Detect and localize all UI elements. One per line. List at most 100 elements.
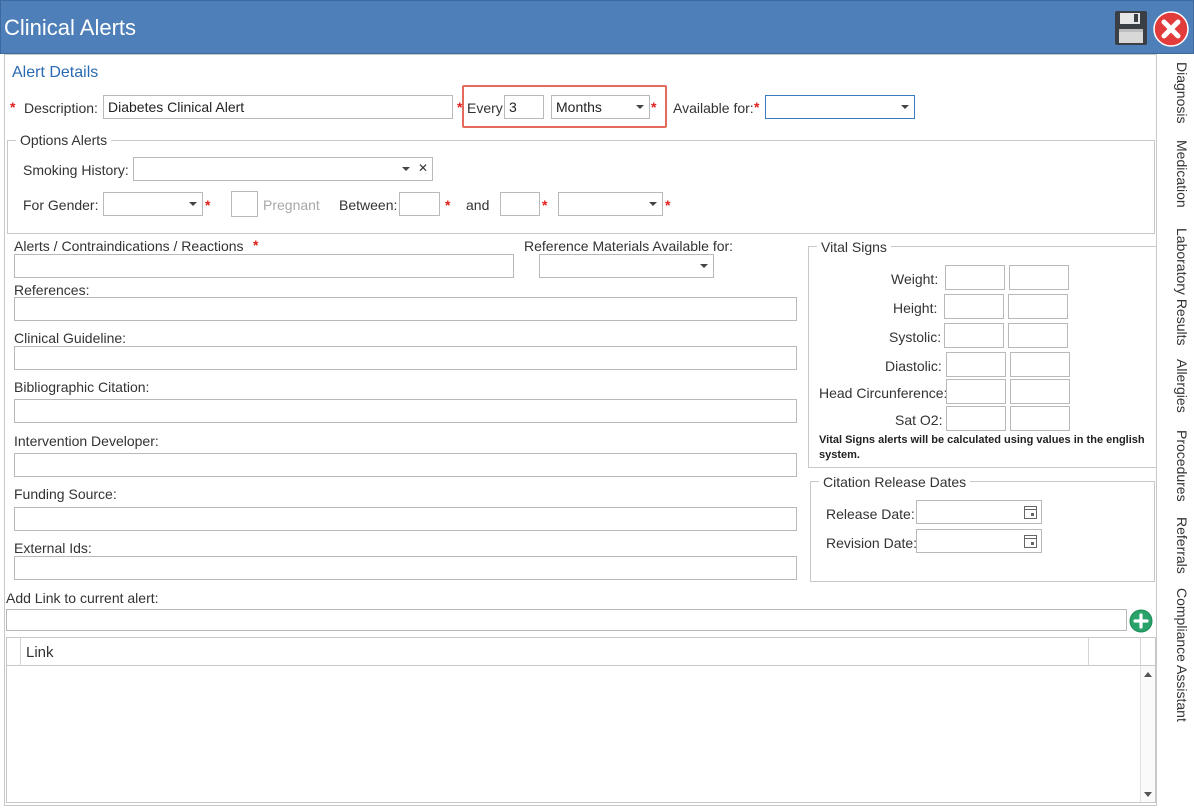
tab-referrals[interactable]: Referrals xyxy=(1160,517,1190,574)
funding-source-label: Funding Source: xyxy=(14,486,117,502)
bibliographic-citation-field[interactable] xyxy=(14,399,797,423)
smoking-history-select[interactable]: ✕ xyxy=(133,157,433,181)
required-marker: * xyxy=(445,197,451,213)
tab-diagnosis[interactable]: Diagnosis xyxy=(1160,62,1190,123)
references-field[interactable] xyxy=(14,297,797,321)
alert-details-heading: Alert Details xyxy=(12,64,99,81)
add-link-label: Add Link to current alert: xyxy=(6,590,159,606)
between-label: Between: xyxy=(339,197,398,213)
description-field[interactable]: Diabetes Clinical Alert xyxy=(103,95,453,119)
calendar-icon[interactable] xyxy=(1024,506,1037,519)
pregnant-checkbox[interactable] xyxy=(231,191,258,217)
head-circumference-label: Head Circunference: xyxy=(819,385,948,401)
head-circumference-max-field[interactable] xyxy=(1010,379,1070,404)
vital-signs-note: Vital Signs alerts will be calculated us… xyxy=(819,434,1145,461)
title-bar: Clinical Alerts xyxy=(0,0,1194,54)
scroll-down-icon[interactable] xyxy=(1144,792,1152,797)
weight-label: Weight: xyxy=(891,271,939,287)
close-circle-icon xyxy=(1153,11,1189,47)
add-link-button[interactable] xyxy=(1129,609,1153,633)
reference-materials-label: Reference Materials Available for: xyxy=(524,238,734,254)
diastolic-label: Diastolic: xyxy=(885,358,942,374)
gender-label: For Gender: xyxy=(23,197,99,213)
column-divider xyxy=(1140,638,1141,666)
grid-scrollbar[interactable] xyxy=(1140,666,1155,802)
every-label: Every: xyxy=(467,100,507,116)
diastolic-max-field[interactable] xyxy=(1010,352,1070,377)
intervention-developer-label: Intervention Developer: xyxy=(14,433,159,449)
tab-medication[interactable]: Medication xyxy=(1160,140,1190,208)
gender-select[interactable] xyxy=(103,192,203,216)
close-button[interactable] xyxy=(1153,11,1189,47)
clear-icon[interactable]: ✕ xyxy=(418,161,428,175)
required-marker: * xyxy=(253,237,259,253)
clinical-guideline-label: Clinical Guideline: xyxy=(14,330,127,346)
revision-date-label: Revision Date: xyxy=(826,535,918,551)
required-marker: * xyxy=(10,99,16,115)
systolic-label: Systolic: xyxy=(889,329,942,345)
systolic-max-field[interactable] xyxy=(1008,323,1068,348)
scroll-up-icon[interactable] xyxy=(1144,672,1152,677)
alerts-reactions-label: Alerts / Contraindications / Reactions xyxy=(14,238,244,254)
revision-date-field[interactable] xyxy=(916,529,1042,553)
period-select-value: Months xyxy=(556,99,602,115)
link-column-header[interactable]: Link xyxy=(26,644,54,661)
column-divider xyxy=(1088,638,1089,666)
required-marker: * xyxy=(754,99,760,115)
every-interval-field[interactable]: 3 xyxy=(504,95,544,119)
available-for-select[interactable] xyxy=(765,95,915,119)
clinical-guideline-field[interactable] xyxy=(14,346,797,370)
tab-procedures[interactable]: Procedures xyxy=(1160,430,1190,502)
sat-o2-label: Sat O2: xyxy=(895,412,943,428)
tab-compliance-assistant[interactable]: Compliance Assistant xyxy=(1160,588,1190,722)
weight-max-field[interactable] xyxy=(1009,265,1069,290)
sat-o2-max-field[interactable] xyxy=(1010,406,1070,431)
and-label: and xyxy=(466,197,490,213)
references-label: References: xyxy=(14,282,90,298)
chevron-down-icon xyxy=(189,202,197,206)
chevron-down-icon xyxy=(649,202,657,206)
smoking-history-label: Smoking History: xyxy=(23,162,129,178)
column-divider xyxy=(20,638,21,666)
diastolic-min-field[interactable] xyxy=(946,352,1006,377)
description-label: Description: xyxy=(24,100,98,116)
chevron-down-icon xyxy=(700,264,708,268)
reference-materials-select[interactable] xyxy=(539,254,714,278)
options-alerts-group xyxy=(7,140,1155,234)
release-date-label: Release Date: xyxy=(826,506,915,522)
tab-laboratory-results[interactable]: Laboratory Results xyxy=(1160,228,1190,346)
available-for-label: Available for: xyxy=(673,100,754,116)
calendar-icon[interactable] xyxy=(1024,535,1037,548)
systolic-min-field[interactable] xyxy=(944,323,1004,348)
save-button[interactable] xyxy=(1114,10,1148,46)
age-from-field[interactable] xyxy=(399,192,440,216)
chevron-down-icon xyxy=(636,105,644,109)
pregnant-label: Pregnant xyxy=(263,197,320,213)
head-circumference-min-field[interactable] xyxy=(946,379,1006,404)
external-ids-field[interactable] xyxy=(14,556,797,580)
required-marker: * xyxy=(205,197,211,213)
floppy-disk-icon xyxy=(1115,11,1147,45)
age-to-field[interactable] xyxy=(500,192,540,216)
chevron-down-icon xyxy=(402,167,410,171)
tab-allergies[interactable]: Allergies xyxy=(1160,359,1190,413)
funding-source-field[interactable] xyxy=(14,507,797,531)
required-marker: * xyxy=(665,197,671,213)
height-min-field[interactable] xyxy=(944,294,1004,319)
options-alerts-heading: Options Alerts xyxy=(16,132,112,148)
window-title: Clinical Alerts xyxy=(4,15,137,40)
sat-o2-min-field[interactable] xyxy=(946,406,1006,431)
weight-min-field[interactable] xyxy=(945,265,1005,290)
alerts-reactions-field[interactable] xyxy=(14,254,514,278)
height-label: Height: xyxy=(893,300,938,316)
chevron-down-icon xyxy=(901,105,909,109)
height-max-field[interactable] xyxy=(1008,294,1068,319)
period-select[interactable]: Months xyxy=(551,95,650,119)
link-field[interactable] xyxy=(6,609,1127,631)
external-ids-label: External Ids: xyxy=(14,540,92,556)
release-date-field[interactable] xyxy=(916,500,1042,524)
link-grid: Link xyxy=(6,637,1156,803)
intervention-developer-field[interactable] xyxy=(14,453,797,477)
vital-signs-heading: Vital Signs xyxy=(817,239,891,255)
age-unit-select[interactable] xyxy=(558,192,663,216)
